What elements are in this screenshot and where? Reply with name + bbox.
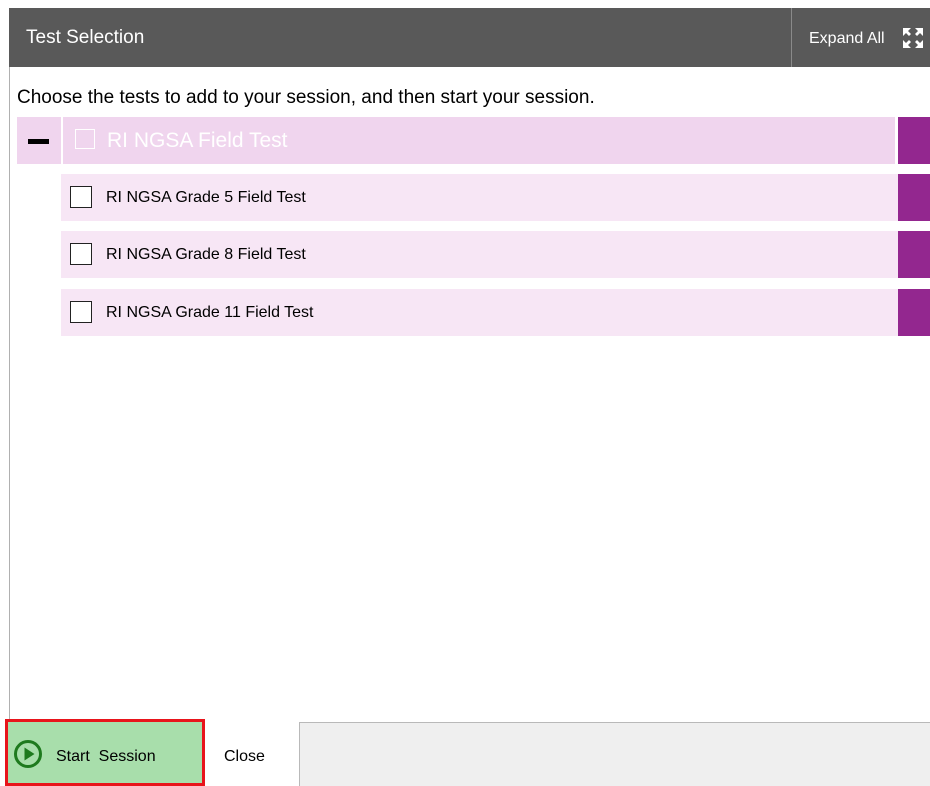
instructions-text: Choose the tests to add to your session,… — [17, 87, 595, 108]
expand-all-label: Expand All — [809, 30, 885, 47]
dialog-header: Test Selection Expand All — [9, 8, 930, 67]
test-group-header[interactable]: RI NGSA Field Test — [63, 117, 895, 164]
test-row-grade-8[interactable]: RI NGSA Grade 8 Field Test — [61, 231, 930, 278]
test-label: RI NGSA Grade 5 Field Test — [106, 189, 306, 206]
test-accent-bar — [898, 174, 930, 221]
minus-icon — [28, 139, 49, 144]
test-checkbox[interactable] — [70, 243, 92, 265]
test-group-row: RI NGSA Field Test — [17, 117, 930, 164]
group-checkbox[interactable] — [75, 129, 95, 149]
close-label: Close — [224, 748, 265, 765]
dialog-title: Test Selection — [26, 27, 145, 48]
test-checkbox[interactable] — [70, 301, 92, 323]
test-row-grade-5[interactable]: RI NGSA Grade 5 Field Test — [61, 174, 930, 221]
dialog-left-border — [9, 67, 10, 722]
test-checkbox[interactable] — [70, 186, 92, 208]
group-accent-bar — [898, 117, 930, 164]
test-row-grade-11[interactable]: RI NGSA Grade 11 Field Test — [61, 289, 930, 336]
expand-arrows-icon — [903, 28, 923, 48]
group-label: RI NGSA Field Test — [107, 129, 288, 152]
test-label: RI NGSA Grade 8 Field Test — [106, 246, 306, 263]
start-session-highlight — [5, 719, 205, 786]
test-label: RI NGSA Grade 11 Field Test — [106, 304, 314, 321]
collapse-group-button[interactable] — [17, 117, 61, 164]
close-button[interactable]: Close — [202, 722, 300, 786]
test-selection-dialog: Test Selection Expand All Choose the tes… — [0, 0, 930, 786]
expand-all-button[interactable]: Expand All — [792, 8, 930, 67]
test-accent-bar — [898, 289, 930, 336]
test-accent-bar — [898, 231, 930, 278]
